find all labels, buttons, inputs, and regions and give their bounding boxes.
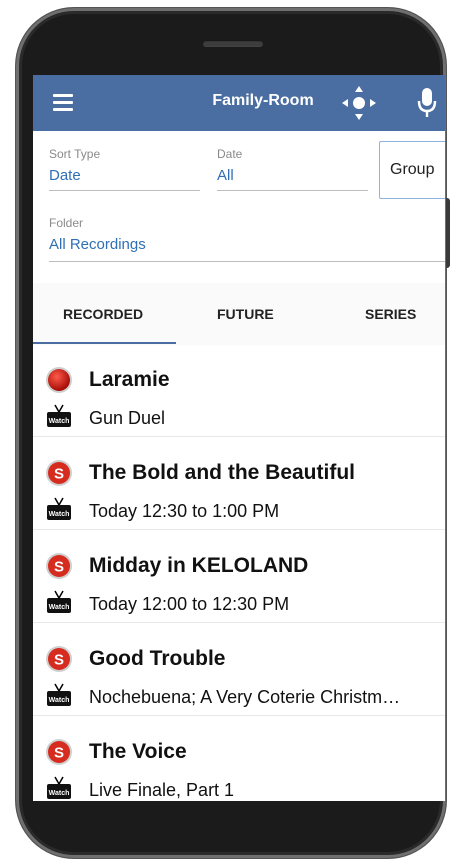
list-item[interactable]: S The Bold and the Beautiful Watch Today… [33,438,445,530]
recording-subtitle: Today 12:30 to 1:00 PM [89,501,280,521]
phone-side-button [446,198,450,268]
date-dropdown[interactable]: Date All [217,147,368,191]
folder-dropdown[interactable]: Folder All Recordings [49,216,445,262]
folder-label: Folder [49,216,84,230]
phone-speaker [203,40,263,46]
svg-text:Watch: Watch [49,697,70,704]
recording-title: Good Trouble [89,647,226,670]
svg-text:S: S [54,745,64,762]
room-title[interactable]: Family-Room [183,92,343,110]
svg-text:S: S [54,466,64,483]
recording-subtitle: Gun Duel [89,408,166,428]
series-s-icon: S [46,460,72,486]
watch-tv-icon[interactable]: Watch [46,404,72,428]
tab-recorded[interactable]: RECORDED [63,283,143,345]
recording-subtitle: Live Finale, Part 1 [89,780,235,800]
tab-series[interactable]: SERIES [365,283,416,345]
watch-tv-icon[interactable]: Watch [46,683,72,707]
recording-subtitle: Nochebuena; A Very Coterie Christm… [89,687,401,707]
recording-title: Laramie [89,368,170,391]
list-item[interactable]: Laramie Watch Gun Duel [33,345,445,437]
app-screen: Family-Room Sort Type Date Date All Grou… [33,75,445,801]
date-label: Date [217,147,243,161]
svg-text:Watch: Watch [49,790,70,797]
list-item[interactable]: S Good Trouble Watch Nochebuena; A Very … [33,624,445,716]
svg-text:Watch: Watch [49,511,70,518]
tab-bar: RECORDED FUTURE SERIES [33,283,445,345]
recording-title: The Voice [89,740,187,763]
watch-tv-icon[interactable]: Watch [46,590,72,614]
sort-type-value: Date [49,167,81,184]
watch-tv-icon[interactable]: Watch [46,497,72,521]
svg-text:S: S [54,559,64,576]
list-item[interactable]: S The Voice Watch Live Finale, Part 1 [33,717,445,801]
tab-future[interactable]: FUTURE [217,283,274,345]
recording-subtitle: Today 12:00 to 12:30 PM [89,594,290,614]
recording-title: Midday in KELOLAND [89,554,309,577]
svg-text:S: S [54,652,64,669]
record-red-icon [46,367,72,393]
watch-tv-icon[interactable]: Watch [46,776,72,800]
list-item[interactable]: S Midday in KELOLAND Watch Today 12:00 t… [33,531,445,623]
folder-value: All Recordings [49,236,146,253]
series-s-icon: S [46,553,72,579]
dpad-remote-icon[interactable] [339,83,379,123]
recording-title: The Bold and the Beautiful [89,461,355,484]
series-s-icon: S [46,646,72,672]
svg-text:Watch: Watch [49,418,70,425]
active-tab-indicator [33,342,176,344]
group-button[interactable]: Group [379,141,445,199]
hamburger-menu-icon[interactable] [53,94,73,111]
sort-type-dropdown[interactable]: Sort Type Date [49,147,200,191]
sort-type-label: Sort Type [49,147,101,161]
app-bar: Family-Room [33,75,445,131]
svg-text:Watch: Watch [49,604,70,611]
date-value: All [217,167,234,184]
microphone-icon[interactable] [417,87,437,119]
series-s-icon: S [46,739,72,765]
group-label: Group [390,161,435,178]
